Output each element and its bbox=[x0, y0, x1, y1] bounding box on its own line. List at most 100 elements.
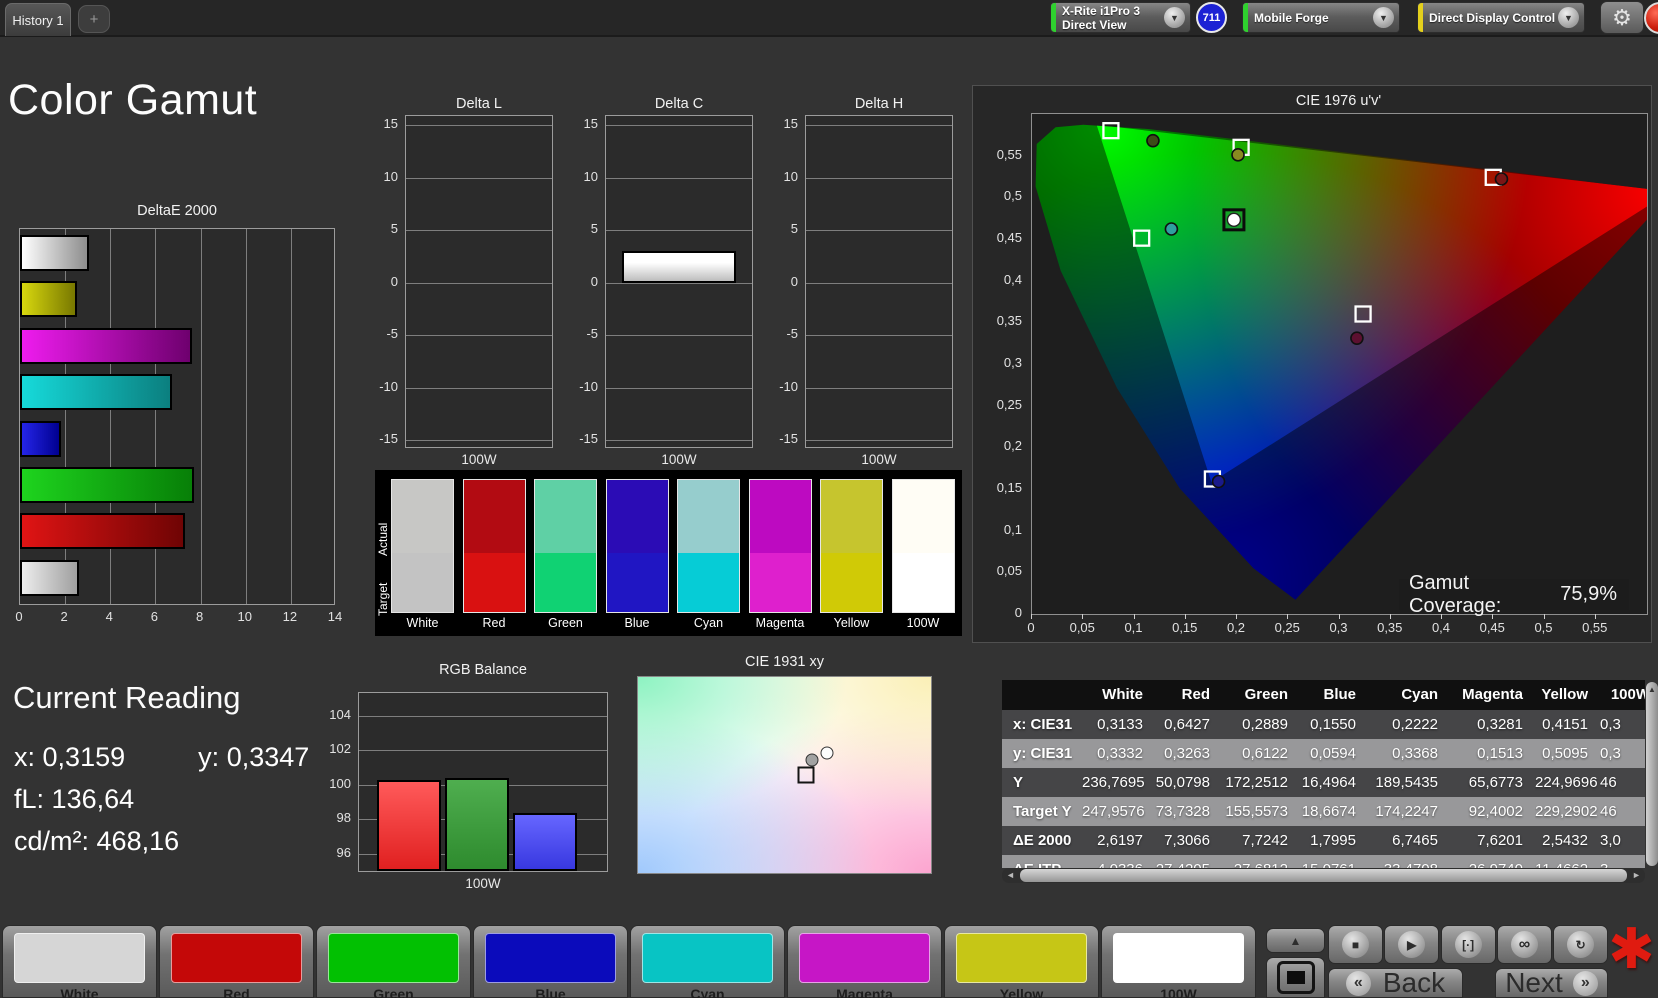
chevron-up-icon: ▲ bbox=[1289, 933, 1302, 948]
pattern-button-label: 100W bbox=[1160, 986, 1197, 998]
pattern-up-button[interactable]: ▲ bbox=[1266, 928, 1325, 953]
add-tab-button[interactable]: + bbox=[78, 5, 110, 33]
swatch-actual bbox=[892, 480, 954, 553]
page-title: Color Gamut bbox=[8, 76, 258, 124]
axis-tick-label: 0,05 bbox=[1069, 620, 1095, 635]
deltae-bar-cyan bbox=[20, 374, 173, 411]
table-cell: 0,3 bbox=[1600, 716, 1621, 733]
pattern-button-100w[interactable]: 100W bbox=[1101, 925, 1256, 998]
rgb-bar-green bbox=[445, 778, 509, 871]
axis-tick-label: 10 bbox=[237, 609, 252, 624]
axis-tick-label: 2 bbox=[60, 609, 68, 624]
table-row-label: ΔE ITP bbox=[1002, 855, 1082, 868]
pattern-swatch bbox=[956, 933, 1087, 983]
grid-line bbox=[806, 177, 952, 179]
table-header-cell: Red bbox=[1155, 680, 1222, 710]
deltae-plot bbox=[19, 228, 335, 605]
pattern-button-label: Yellow bbox=[999, 986, 1044, 998]
continuous-button[interactable]: ∞ bbox=[1496, 925, 1552, 964]
chevrons-left-icon: « bbox=[1345, 970, 1371, 996]
grid-line bbox=[406, 125, 552, 126]
pattern-swatch bbox=[14, 933, 145, 983]
deltae-bar-yellow bbox=[20, 281, 78, 318]
table-cell: 46 bbox=[1600, 774, 1617, 791]
axis-tick-label: 0 bbox=[590, 273, 598, 289]
axis-tick-label: -10 bbox=[779, 378, 798, 394]
table-cell: 229,2902 bbox=[1535, 803, 1598, 820]
table-header-cell: Magenta bbox=[1450, 680, 1535, 710]
grid-line bbox=[200, 229, 202, 604]
grid-line bbox=[359, 750, 607, 752]
delta-h-plot bbox=[805, 115, 953, 448]
pattern-button-cyan[interactable]: Cyan bbox=[630, 925, 785, 998]
grid-line bbox=[606, 440, 752, 441]
delta-l-plot bbox=[405, 115, 553, 448]
axis-tick-label: 0,1 bbox=[1003, 521, 1022, 537]
axis-tick-label: 0,05 bbox=[996, 563, 1022, 579]
axis-tick-label: 8 bbox=[195, 609, 204, 624]
table-cell: 7,7242 bbox=[1242, 832, 1288, 849]
swatch-label: White bbox=[406, 616, 439, 630]
swatch-actual bbox=[535, 480, 596, 553]
delta-c-yticks: 15 10 5 0 -5 -10 -15 bbox=[573, 115, 603, 448]
axis-tick-label: 5 bbox=[590, 221, 598, 236]
table-vertical-scrollbar[interactable]: ▲ bbox=[1646, 682, 1658, 866]
table-cell: 189,5435 bbox=[1375, 774, 1438, 791]
grid-line bbox=[406, 282, 552, 284]
axis-tick-label: -10 bbox=[579, 378, 598, 394]
rgb-xlabel: 100W bbox=[465, 876, 501, 891]
pattern-button-red[interactable]: Red bbox=[159, 925, 314, 998]
table-row-label: x: CIE31 bbox=[1013, 716, 1073, 733]
axis-tick-label: -10 bbox=[379, 378, 398, 394]
table-row-label: ΔE 2000 bbox=[1013, 832, 1072, 849]
pattern-button-blue[interactable]: Blue bbox=[473, 925, 628, 998]
rgb-bar-red bbox=[377, 780, 441, 871]
grid-line bbox=[406, 440, 552, 441]
pattern-button-yellow[interactable]: Yellow bbox=[944, 925, 1099, 998]
cie1931-measured-open bbox=[820, 746, 834, 760]
axis-tick-label: 10 bbox=[783, 168, 798, 184]
table-cell: 0,1550 bbox=[1310, 716, 1356, 733]
pattern-button-magenta[interactable]: Magenta bbox=[787, 925, 942, 998]
delta-c-plot bbox=[605, 115, 753, 448]
grid-line bbox=[406, 177, 552, 179]
display-control-dropdown[interactable]: Direct Display Control ▼ bbox=[1417, 2, 1585, 33]
pattern-button-green[interactable]: Green bbox=[316, 925, 471, 998]
axis-tick-label: -15 bbox=[779, 431, 798, 446]
meter-dropdown[interactable]: X-Rite i1Pro 3 Direct View ▼ bbox=[1050, 2, 1191, 33]
swatch-actual bbox=[606, 480, 668, 553]
source-dropdown[interactable]: Mobile Forge ▼ bbox=[1242, 2, 1400, 33]
table-horizontal-scrollbar[interactable]: ◄ ► bbox=[1002, 868, 1645, 883]
swatch-pair-red bbox=[462, 479, 526, 613]
table-cell: 6,7465 bbox=[1392, 832, 1438, 849]
swatch-target bbox=[535, 552, 596, 612]
grid-line bbox=[406, 387, 552, 389]
swatch-label: Blue bbox=[624, 616, 650, 630]
back-button[interactable]: « Back bbox=[1328, 967, 1463, 998]
scrollbar-thumb[interactable] bbox=[1020, 869, 1627, 882]
table-header-row: White Red Green Blue Cyan Magenta Yellow 100W bbox=[1002, 680, 1645, 710]
table-cell: 2,5432 bbox=[1542, 832, 1588, 849]
reading-fl: fL: 136,64 bbox=[14, 784, 135, 814]
axis-tick-label: 102 bbox=[329, 741, 351, 757]
pattern-size-button[interactable]: [·] bbox=[1440, 925, 1496, 964]
axis-tick-label: 15 bbox=[383, 116, 398, 131]
gamut-coverage-value: 75,9% bbox=[1560, 583, 1617, 605]
axis-tick-label: 0,45 bbox=[1479, 620, 1505, 635]
settings-button[interactable]: ⚙ bbox=[1600, 1, 1644, 34]
axis-tick-label: 0 bbox=[1027, 620, 1035, 635]
tab-history-1[interactable]: History 1 bbox=[5, 3, 71, 36]
axis-tick-label: 0,15 bbox=[996, 480, 1022, 495]
stop-button[interactable]: ■ bbox=[1328, 925, 1383, 964]
axis-tick-label: 98 bbox=[336, 810, 351, 826]
window-pattern-icon bbox=[1276, 961, 1315, 994]
chevron-down-icon: ▼ bbox=[1558, 7, 1579, 28]
play-button[interactable]: ▶ bbox=[1384, 925, 1440, 964]
pattern-button-white[interactable]: White bbox=[2, 925, 157, 998]
table-cell: 0,3368 bbox=[1392, 745, 1438, 762]
table-header-cell: 100W bbox=[1600, 680, 1645, 710]
next-button[interactable]: Next » bbox=[1495, 967, 1608, 998]
pattern-window-button[interactable] bbox=[1266, 957, 1325, 998]
table-row-label: Target Y bbox=[1013, 803, 1072, 820]
refresh-button[interactable]: ↻ bbox=[1553, 925, 1609, 964]
